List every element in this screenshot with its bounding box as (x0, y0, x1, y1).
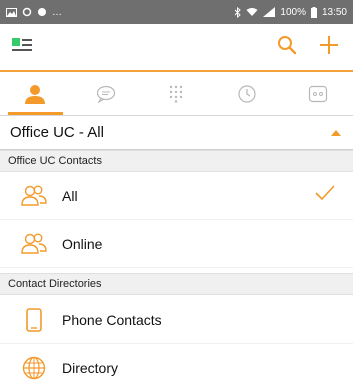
group-icon (20, 230, 48, 258)
tab-messages[interactable] (71, 72, 142, 115)
person-icon (25, 84, 46, 104)
section-title: Contact Directories (8, 278, 102, 290)
battery-percent: 100% (280, 6, 306, 18)
caret-up-icon (331, 129, 341, 136)
search-icon (278, 35, 297, 54)
toolbar-actions (277, 35, 339, 60)
call-history-icon (238, 84, 256, 103)
globe-icon (20, 354, 48, 382)
chat-bubble-icon (96, 85, 115, 103)
add-button[interactable] (319, 35, 339, 60)
dialpad-icon (170, 85, 183, 103)
list-item-label: All (62, 187, 78, 204)
section-header-directories: Contact Directories (0, 273, 353, 295)
search-button[interactable] (277, 35, 297, 60)
tab-bar (0, 72, 353, 116)
tab-history[interactable] (212, 72, 283, 115)
status-bar-system: 100% 13:50 (234, 6, 347, 18)
tab-contacts[interactable] (0, 72, 71, 115)
list-item-label: Online (62, 235, 103, 252)
app-toolbar (0, 24, 353, 70)
menu-button[interactable] (12, 37, 34, 58)
signal-icon (263, 7, 276, 17)
more-notifications-icon: … (52, 6, 62, 18)
section-header-office-uc: Office UC Contacts (0, 150, 353, 172)
clock: 13:50 (321, 6, 347, 18)
brand-menu-icon (12, 37, 32, 51)
list-item-label: Directory (62, 359, 119, 376)
phone-icon (20, 306, 48, 334)
list-item-online[interactable]: Online (0, 220, 353, 268)
list-item-label: Phone Contacts (62, 311, 162, 328)
filter-title: Office UC - All (10, 124, 104, 141)
contact-filter-dropdown[interactable]: Office UC - All (0, 116, 353, 150)
voicemail-icon (308, 85, 327, 102)
sync-icon (22, 7, 32, 17)
tab-voicemail[interactable] (282, 72, 353, 115)
list-item-all[interactable]: All (0, 172, 353, 220)
status-bar: … 100% 13:50 (0, 0, 353, 24)
wifi-icon (246, 8, 258, 16)
group-icon (20, 182, 48, 210)
list-item-phone-contacts[interactable]: Phone Contacts (0, 296, 353, 344)
status-bar-notifications: … (6, 7, 62, 18)
section-title: Office UC Contacts (8, 155, 102, 167)
battery-icon (310, 6, 317, 18)
gallery-icon (6, 7, 17, 17)
tab-dialpad[interactable] (141, 72, 212, 115)
plus-icon (320, 35, 338, 54)
bluetooth-icon (235, 6, 242, 18)
list-item-directory[interactable]: Directory (0, 344, 353, 390)
app-icon (38, 8, 46, 16)
checkmark-icon (315, 185, 335, 201)
